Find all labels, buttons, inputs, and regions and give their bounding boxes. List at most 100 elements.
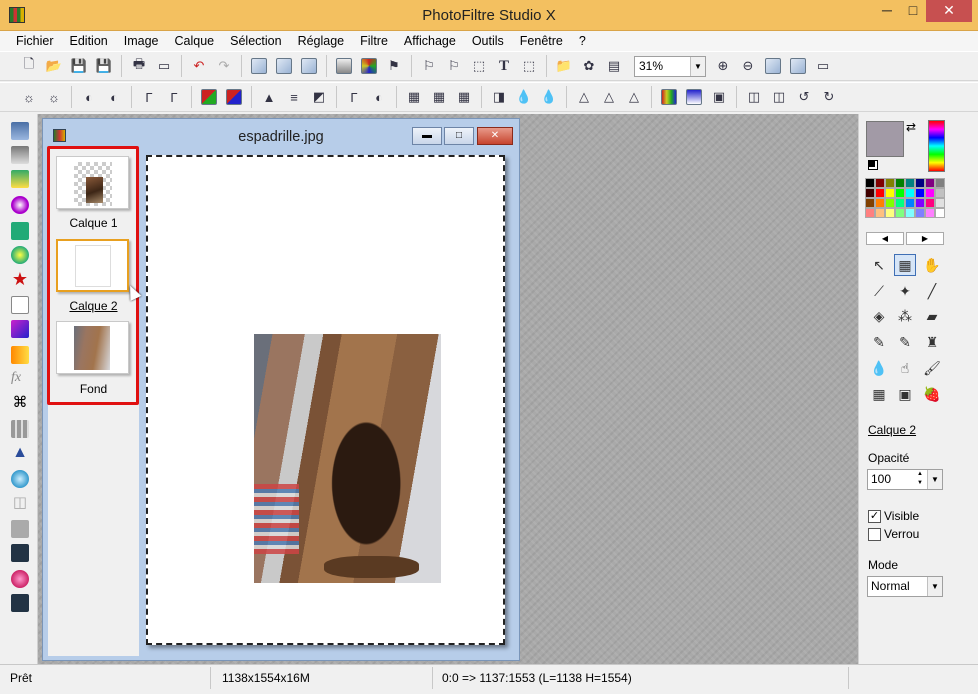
selection-tool-icon[interactable]: ▦ — [894, 254, 916, 276]
palette-swatch[interactable] — [905, 198, 915, 208]
palette-swatch[interactable] — [895, 208, 905, 218]
zoom-in-icon[interactable]: ⊕ — [712, 55, 734, 77]
spin-up-down-icon[interactable]: ▲ ▼ — [914, 470, 926, 489]
palette-swatch[interactable] — [885, 208, 895, 218]
deform-grid-icon[interactable]: ▦ — [868, 383, 890, 405]
palette-swatch[interactable] — [935, 198, 945, 208]
layer-label[interactable]: Calque 1 — [48, 216, 139, 230]
chevron-down-icon[interactable]: ▼ — [690, 56, 705, 76]
plugin-p-icon[interactable] — [11, 570, 29, 588]
undo-icon[interactable]: ↶ — [188, 55, 210, 77]
gradient-icon[interactable] — [658, 86, 680, 108]
palette-next-button[interactable]: ▶ — [906, 232, 944, 245]
doc-minimize-button[interactable]: ▬ — [412, 127, 442, 145]
color-spectrum[interactable] — [928, 120, 945, 172]
print-icon[interactable]: 🖶 — [128, 55, 150, 77]
saturation-plus-icon[interactable] — [223, 86, 245, 108]
spray-icon[interactable]: ⁂ — [894, 305, 916, 327]
gamma-plus-icon[interactable]: Γ — [163, 86, 185, 108]
swap-colors-icon[interactable]: ⇄ — [906, 120, 922, 136]
stamp-icon[interactable]: ♜ — [921, 331, 943, 353]
flip-v-icon[interactable]: ◫ — [768, 86, 790, 108]
palette-swatch[interactable] — [915, 188, 925, 198]
doc-maximize-button[interactable]: □ — [444, 127, 474, 145]
actual-size-icon[interactable] — [787, 55, 809, 77]
scan-icon[interactable]: ▭ — [153, 55, 175, 77]
palette-swatch[interactable] — [925, 198, 935, 208]
color-palette[interactable] — [865, 178, 945, 228]
eyedropper-icon[interactable]: ⟋ — [868, 280, 890, 302]
paintbrush-icon[interactable]: 🖌 — [921, 357, 943, 379]
frame-icon[interactable]: ▣ — [708, 86, 730, 108]
filter-2-icon[interactable]: ▦ — [428, 86, 450, 108]
gamma-minus-icon[interactable]: Γ — [138, 86, 160, 108]
palette-swatch[interactable] — [875, 188, 885, 198]
palette-swatch[interactable] — [935, 178, 945, 188]
text-tool-icon[interactable]: T — [493, 55, 515, 77]
copy-image-icon[interactable] — [248, 55, 270, 77]
palette-swatch[interactable] — [885, 188, 895, 198]
menu-filtre[interactable]: Filtre — [352, 34, 396, 48]
saturation-minus-icon[interactable] — [198, 86, 220, 108]
menu-fichier[interactable]: Fichier — [8, 34, 62, 48]
palette-swatch[interactable] — [925, 208, 935, 218]
eraser-icon[interactable]: ▰ — [921, 305, 943, 327]
rotate-left-icon[interactable]: ↺ — [793, 86, 815, 108]
brightness-plus-icon[interactable]: ☼ — [43, 86, 65, 108]
globe-icon[interactable] — [11, 246, 29, 264]
auto-contrast-icon[interactable]: ◐ — [368, 86, 390, 108]
auto-levels-icon[interactable]: Γ — [343, 86, 365, 108]
filter-3-icon[interactable]: ▦ — [453, 86, 475, 108]
bubble-icon[interactable] — [11, 470, 29, 488]
cells-icon[interactable]: ⌘ — [11, 394, 29, 412]
open-folder-icon[interactable]: 📂 — [43, 55, 65, 77]
filter-5-icon[interactable]: △ — [573, 86, 595, 108]
menu-image[interactable]: Image — [116, 34, 167, 48]
filter-6-icon[interactable]: △ — [598, 86, 620, 108]
gradient-2-icon[interactable] — [683, 86, 705, 108]
contrast-minus-icon[interactable]: ◐ — [78, 86, 100, 108]
new-file-icon[interactable]: 🗋 — [18, 55, 40, 77]
background-color-swatch[interactable] — [868, 160, 878, 170]
window-icon[interactable]: ▤ — [603, 55, 625, 77]
flip-h-icon[interactable]: ◫ — [743, 86, 765, 108]
pointer-tool-icon[interactable]: ↖ — [868, 254, 890, 276]
palette-swatch[interactable] — [935, 208, 945, 218]
palette-swatch[interactable] — [865, 188, 875, 198]
sharpen-icon[interactable]: 💧 — [538, 86, 560, 108]
line-tool-icon[interactable]: ╱ — [921, 280, 943, 302]
palette-swatch[interactable] — [885, 198, 895, 208]
advanced-brush-icon[interactable]: ✎ — [894, 331, 916, 353]
chevron-down-icon[interactable]: ▼ — [927, 577, 942, 596]
filter-1-icon[interactable]: ▦ — [403, 86, 425, 108]
colors-grid-icon[interactable] — [358, 55, 380, 77]
calculator-icon[interactable] — [11, 122, 29, 140]
palette-swatch[interactable] — [875, 178, 885, 188]
blend-mode-select[interactable]: Normal ▼ — [867, 576, 943, 597]
person-icon[interactable]: ⚐ — [443, 55, 465, 77]
palette-swatch[interactable] — [865, 198, 875, 208]
filter-7-icon[interactable]: △ — [623, 86, 645, 108]
scanner-icon[interactable] — [11, 520, 29, 538]
page-icon[interactable] — [11, 296, 29, 314]
adjust-icon[interactable]: ≡ — [283, 86, 305, 108]
menu-calque[interactable]: Calque — [167, 34, 223, 48]
layer-label[interactable]: Fond — [48, 382, 139, 396]
palette-swatch[interactable] — [875, 208, 885, 218]
brightness-minus-icon[interactable]: ☼ — [18, 86, 40, 108]
levels-icon[interactable]: ▲ — [258, 86, 280, 108]
transform-icon[interactable]: ⬚ — [518, 55, 540, 77]
brush-icon[interactable]: ✎ — [868, 331, 890, 353]
foreground-color-swatch[interactable] — [866, 121, 904, 157]
crop-icon[interactable]: ⚐ — [418, 55, 440, 77]
palette-swatch[interactable] — [925, 188, 935, 198]
palette-swatch[interactable] — [905, 188, 915, 198]
minimize-button[interactable]: ─ — [874, 0, 900, 22]
visible-checkbox[interactable]: ✓ — [868, 510, 881, 523]
close-button[interactable]: ✕ — [926, 0, 972, 22]
selection-icon[interactable]: ⬚ — [468, 55, 490, 77]
layer-thumb-calque-1[interactable] — [56, 156, 129, 209]
sphere-icon[interactable] — [11, 196, 29, 214]
palette-swatch[interactable] — [865, 178, 875, 188]
paste-new-icon[interactable] — [298, 55, 320, 77]
